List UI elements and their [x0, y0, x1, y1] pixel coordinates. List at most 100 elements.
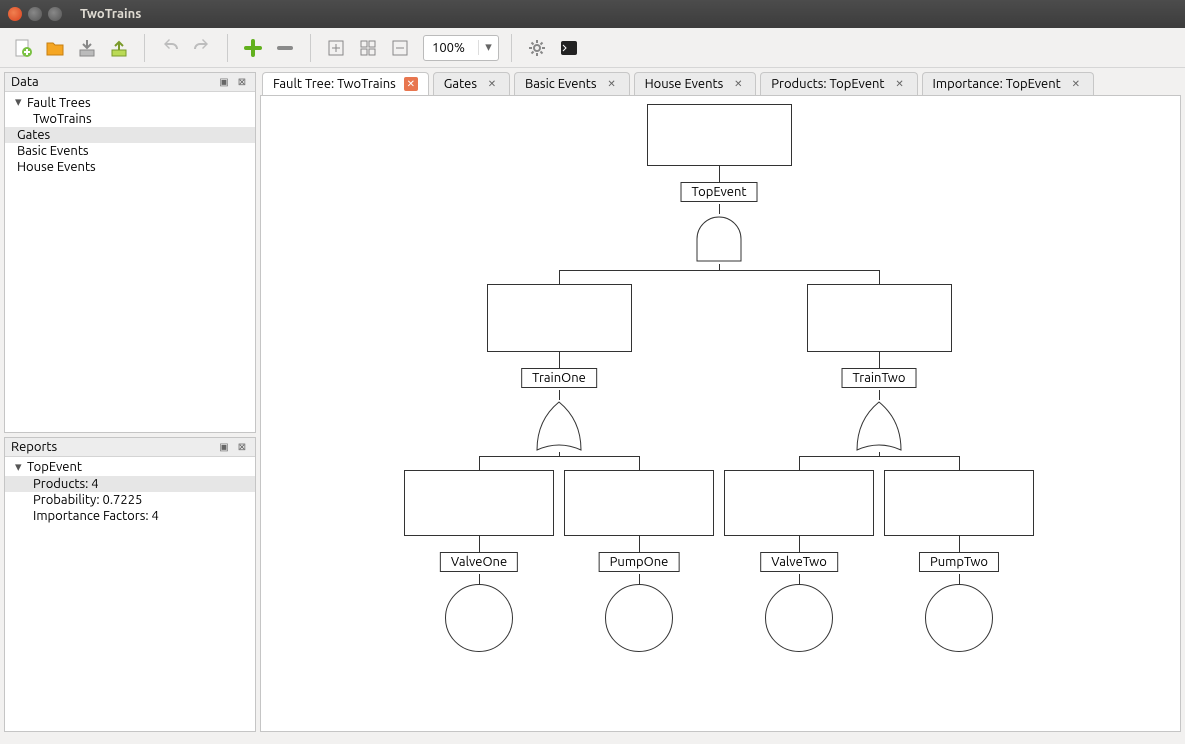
panel-close-icon[interactable]: ⊠ [235, 440, 249, 454]
open-file-button[interactable] [42, 35, 68, 61]
expand-icon: ▾ [15, 460, 27, 475]
window-controls [8, 7, 62, 21]
ft-event-leaf2[interactable] [765, 584, 833, 652]
ft-box-mid0[interactable] [487, 284, 632, 352]
tab-close-icon[interactable]: ✕ [605, 77, 619, 91]
ft-connector [959, 574, 960, 584]
run-button[interactable] [556, 35, 582, 61]
ft-connector [719, 166, 720, 182]
panel-detach-icon[interactable]: ▣ [217, 440, 231, 454]
ft-box-leaf1[interactable] [564, 470, 714, 536]
tab-products[interactable]: Products: TopEvent✕ [760, 72, 917, 95]
tab-basic-events[interactable]: Basic Events✕ [514, 72, 630, 95]
ft-box-top[interactable] [647, 104, 792, 166]
ft-connector [879, 270, 880, 284]
data-panel-header: Data ▣ ⊠ [5, 73, 255, 92]
export-button[interactable] [106, 35, 132, 61]
zoom-select[interactable]: 100% ▾ [423, 35, 499, 61]
tree-item-topevent[interactable]: ▾TopEvent [5, 459, 255, 476]
main-toolbar: 100% ▾ [0, 28, 1185, 68]
tab-gates[interactable]: Gates ✕ [433, 72, 510, 95]
toolbar-separator [310, 34, 311, 62]
tab-fault-tree[interactable]: Fault Tree: TwoTrains✕ [262, 72, 429, 95]
tree-item-basic-events[interactable]: Basic Events [5, 143, 255, 159]
tab-label: House Events [645, 77, 724, 91]
new-file-button[interactable] [10, 35, 36, 61]
ft-connector [479, 456, 639, 457]
ft-connector [959, 536, 960, 552]
zoom-fit-button[interactable] [355, 35, 381, 61]
tab-close-icon[interactable]: ✕ [404, 77, 418, 91]
tree-item-probability[interactable]: Probability: 0.7225 [5, 492, 255, 508]
ft-connector [799, 456, 800, 470]
ft-event-leaf0[interactable] [445, 584, 513, 652]
ft-connector [479, 536, 480, 552]
ft-label-leaf3[interactable]: PumpTwo [919, 552, 999, 572]
ft-label-leaf1[interactable]: PumpOne [599, 552, 680, 572]
ft-label-mid1[interactable]: TrainTwo [842, 368, 917, 388]
ft-connector [479, 574, 480, 584]
expand-icon: ▾ [15, 95, 27, 110]
tab-close-icon[interactable]: ✕ [1069, 77, 1083, 91]
ft-box-leaf3[interactable] [884, 470, 1034, 536]
ft-box-leaf0[interactable] [404, 470, 554, 536]
or-gate-icon[interactable] [854, 400, 904, 452]
undo-button[interactable] [157, 35, 183, 61]
ft-connector [559, 352, 560, 368]
import-button[interactable] [74, 35, 100, 61]
zoom-in-button[interactable] [323, 35, 349, 61]
tab-house-events[interactable]: House Events ✕ [634, 72, 757, 95]
ft-event-leaf3[interactable] [925, 584, 993, 652]
panel-detach-icon[interactable]: ▣ [217, 75, 231, 89]
tab-importance[interactable]: Importance: TopEvent✕ [922, 72, 1094, 95]
ft-connector [559, 390, 560, 400]
reports-panel-header: Reports ▣ ⊠ [5, 438, 255, 457]
ft-box-leaf2[interactable] [724, 470, 874, 536]
panel-close-icon[interactable]: ⊠ [235, 75, 249, 89]
ft-label-top[interactable]: TopEvent [681, 182, 758, 202]
tree-item-house-events[interactable]: House Events [5, 159, 255, 175]
data-panel: Data ▣ ⊠ ▾Fault Trees TwoTrains Gates Ba… [4, 72, 256, 433]
tree-label: Probability: 0.7225 [33, 493, 142, 507]
data-tree: ▾Fault Trees TwoTrains Gates Basic Event… [5, 92, 255, 432]
toolbar-separator [511, 34, 512, 62]
minimize-icon[interactable] [28, 7, 42, 21]
tree-item-fault-trees[interactable]: ▾Fault Trees [5, 94, 255, 111]
ft-connector [959, 456, 960, 470]
settings-button[interactable] [524, 35, 550, 61]
reports-tree: ▾TopEvent Products: 4 Probability: 0.722… [5, 457, 255, 731]
tab-close-icon[interactable]: ✕ [893, 77, 907, 91]
add-button[interactable] [240, 35, 266, 61]
ft-connector [799, 574, 800, 584]
tab-close-icon[interactable]: ✕ [485, 77, 499, 91]
tab-label: Gates [444, 77, 477, 91]
maximize-icon[interactable] [48, 7, 62, 21]
ft-box-mid1[interactable] [807, 284, 952, 352]
tab-close-icon[interactable]: ✕ [731, 77, 745, 91]
and-gate-icon[interactable] [694, 214, 744, 264]
window-titlebar: TwoTrains [0, 0, 1185, 28]
ft-connector [799, 456, 959, 457]
ft-connector [719, 204, 720, 214]
ft-connector [559, 270, 560, 284]
main-area: Data ▣ ⊠ ▾Fault Trees TwoTrains Gates Ba… [0, 68, 1185, 736]
fault-tree-canvas[interactable]: TopEvent TrainOne TrainTwo ValveOne PumpOne V… [260, 95, 1181, 732]
tree-item-twotrains[interactable]: TwoTrains [5, 111, 255, 127]
close-icon[interactable] [8, 7, 22, 21]
ft-label-leaf0[interactable]: ValveOne [440, 552, 518, 572]
ft-connector [879, 390, 880, 400]
tree-item-gates[interactable]: Gates [5, 127, 255, 143]
tree-item-products[interactable]: Products: 4 [5, 476, 255, 492]
ft-label-mid0[interactable]: TrainOne [521, 368, 597, 388]
zoom-out-button[interactable] [387, 35, 413, 61]
redo-button[interactable] [189, 35, 215, 61]
tree-label: Products: 4 [33, 477, 99, 491]
reports-panel: Reports ▣ ⊠ ▾TopEvent Products: 4 Probab… [4, 437, 256, 732]
tree-label: Basic Events [17, 144, 89, 158]
ft-event-leaf1[interactable] [605, 584, 673, 652]
tree-item-importance[interactable]: Importance Factors: 4 [5, 508, 255, 524]
or-gate-icon[interactable] [534, 400, 584, 452]
editor-tabs: Fault Tree: TwoTrains✕ Gates ✕ Basic Even… [260, 72, 1181, 95]
remove-button[interactable] [272, 35, 298, 61]
ft-label-leaf2[interactable]: ValveTwo [760, 552, 838, 572]
